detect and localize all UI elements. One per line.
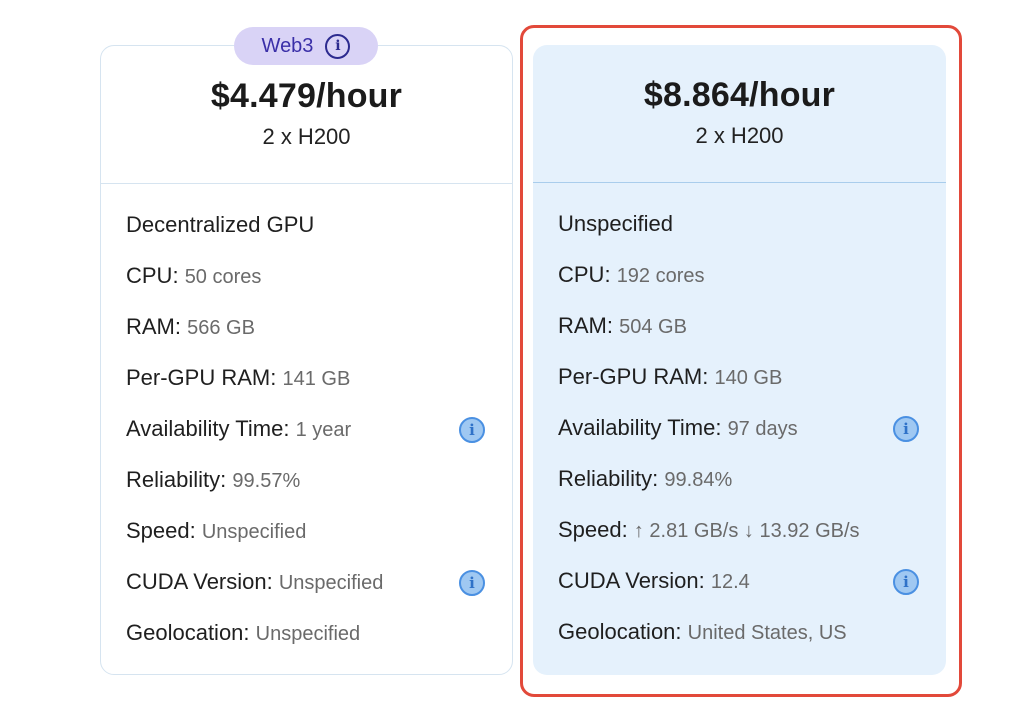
spec-row-cpu: CPU: 50 cores <box>126 262 512 313</box>
spec-row-cuda: CUDA Version: 12.4 i <box>558 567 946 618</box>
spec-value: 50 cores <box>184 266 262 288</box>
spec-label: RAM: <box>558 313 613 338</box>
spec-row-reliability: Reliability: 99.57% <box>126 466 512 517</box>
spec-value: 566 GB <box>187 317 255 339</box>
spec-row-cuda: CUDA Version: Unspecified i <box>126 568 512 619</box>
spec-value: United States, US <box>687 622 847 644</box>
spec-label: RAM: <box>126 314 181 339</box>
spec-value: 141 GB <box>282 368 351 390</box>
spec-label: Reliability: <box>558 466 659 491</box>
offer-card-selected[interactable]: $8.864/hour 2 x H200 Unspecified CPU: 19… <box>533 45 946 675</box>
price-label: $8.864/hour <box>643 76 836 114</box>
spec-label: Reliability: <box>126 467 227 492</box>
spec-label: Per-GPU RAM: <box>126 365 277 390</box>
spec-row-availability: Availability Time: 1 year i <box>126 415 512 466</box>
spec-label: Per-GPU RAM: <box>558 364 709 389</box>
info-icon[interactable]: i <box>893 569 919 595</box>
info-icon[interactable]: i <box>459 417 485 443</box>
spec-value: Unspecified <box>201 521 307 543</box>
spec-label: Speed: <box>558 517 628 542</box>
info-icon[interactable]: i <box>893 416 919 442</box>
spec-value: 99.84% <box>664 469 733 491</box>
spec-label: CPU: <box>558 262 611 287</box>
spec-value: ↑ 2.81 GB/s ↓ 13.92 GB/s <box>633 520 860 542</box>
spec-value: 97 days <box>727 418 798 440</box>
spec-row-cpu: CPU: 192 cores <box>558 261 946 312</box>
spec-row-geolocation: Geolocation: United States, US <box>558 618 946 669</box>
spec-label: Speed: <box>126 518 196 543</box>
spec-row-per-gpu-ram: Per-GPU RAM: 140 GB <box>558 363 946 414</box>
spec-value: 504 GB <box>619 316 687 338</box>
spec-value: 192 cores <box>616 265 705 287</box>
spec-value: 140 GB <box>714 367 783 389</box>
spec-row-reliability: Reliability: 99.84% <box>558 465 946 516</box>
gpu-config: 2 x H200 <box>695 123 784 148</box>
spec-row-speed: Speed: ↑ 2.81 GB/s ↓ 13.92 GB/s <box>558 516 946 567</box>
spec-row-availability: Availability Time: 97 days i <box>558 414 946 465</box>
price-label: $4.479/hour <box>210 77 403 115</box>
spec-row-geolocation: Geolocation: Unspecified <box>126 619 512 670</box>
spec-label: CUDA Version: <box>126 569 273 594</box>
gpu-offer-comparison: $4.479/hour 2 x H200 Decentralized GPU C… <box>0 0 1024 717</box>
spec-value: Unspecified <box>278 572 384 594</box>
spec-label: Availability Time: <box>558 415 722 440</box>
spec-row-per-gpu-ram: Per-GPU RAM: 141 GB <box>126 364 512 415</box>
offer-header: $8.864/hour 2 x H200 <box>533 45 946 183</box>
info-icon[interactable]: i <box>325 33 351 59</box>
offer-specs: Unspecified CPU: 192 cores RAM: 504 GB P… <box>533 183 946 669</box>
spec-row-speed: Speed: Unspecified <box>126 517 512 568</box>
info-icon[interactable]: i <box>459 570 485 596</box>
provider-type: Unspecified <box>558 211 673 236</box>
spec-label: Geolocation: <box>558 619 682 644</box>
spec-label: Geolocation: <box>126 620 250 645</box>
web3-badge[interactable]: Web3 i <box>234 27 378 65</box>
spec-label: CPU: <box>126 263 179 288</box>
spec-value: 12.4 <box>710 571 750 593</box>
spec-label: CUDA Version: <box>558 568 705 593</box>
offer-specs: Decentralized GPU CPU: 50 cores RAM: 566… <box>101 184 512 670</box>
spec-value: 99.57% <box>232 470 301 492</box>
spec-value: Unspecified <box>255 623 361 645</box>
spec-value: 1 year <box>295 419 352 441</box>
badge-label: Web3 <box>261 34 314 57</box>
offer-header: $4.479/hour 2 x H200 <box>101 46 512 184</box>
spec-row-ram: RAM: 504 GB <box>558 312 946 363</box>
provider-type: Decentralized GPU <box>126 212 315 237</box>
spec-label: Availability Time: <box>126 416 290 441</box>
spec-row-ram: RAM: 566 GB <box>126 313 512 364</box>
gpu-config: 2 x H200 <box>262 124 351 149</box>
offer-card-web3[interactable]: $4.479/hour 2 x H200 Decentralized GPU C… <box>100 45 513 675</box>
